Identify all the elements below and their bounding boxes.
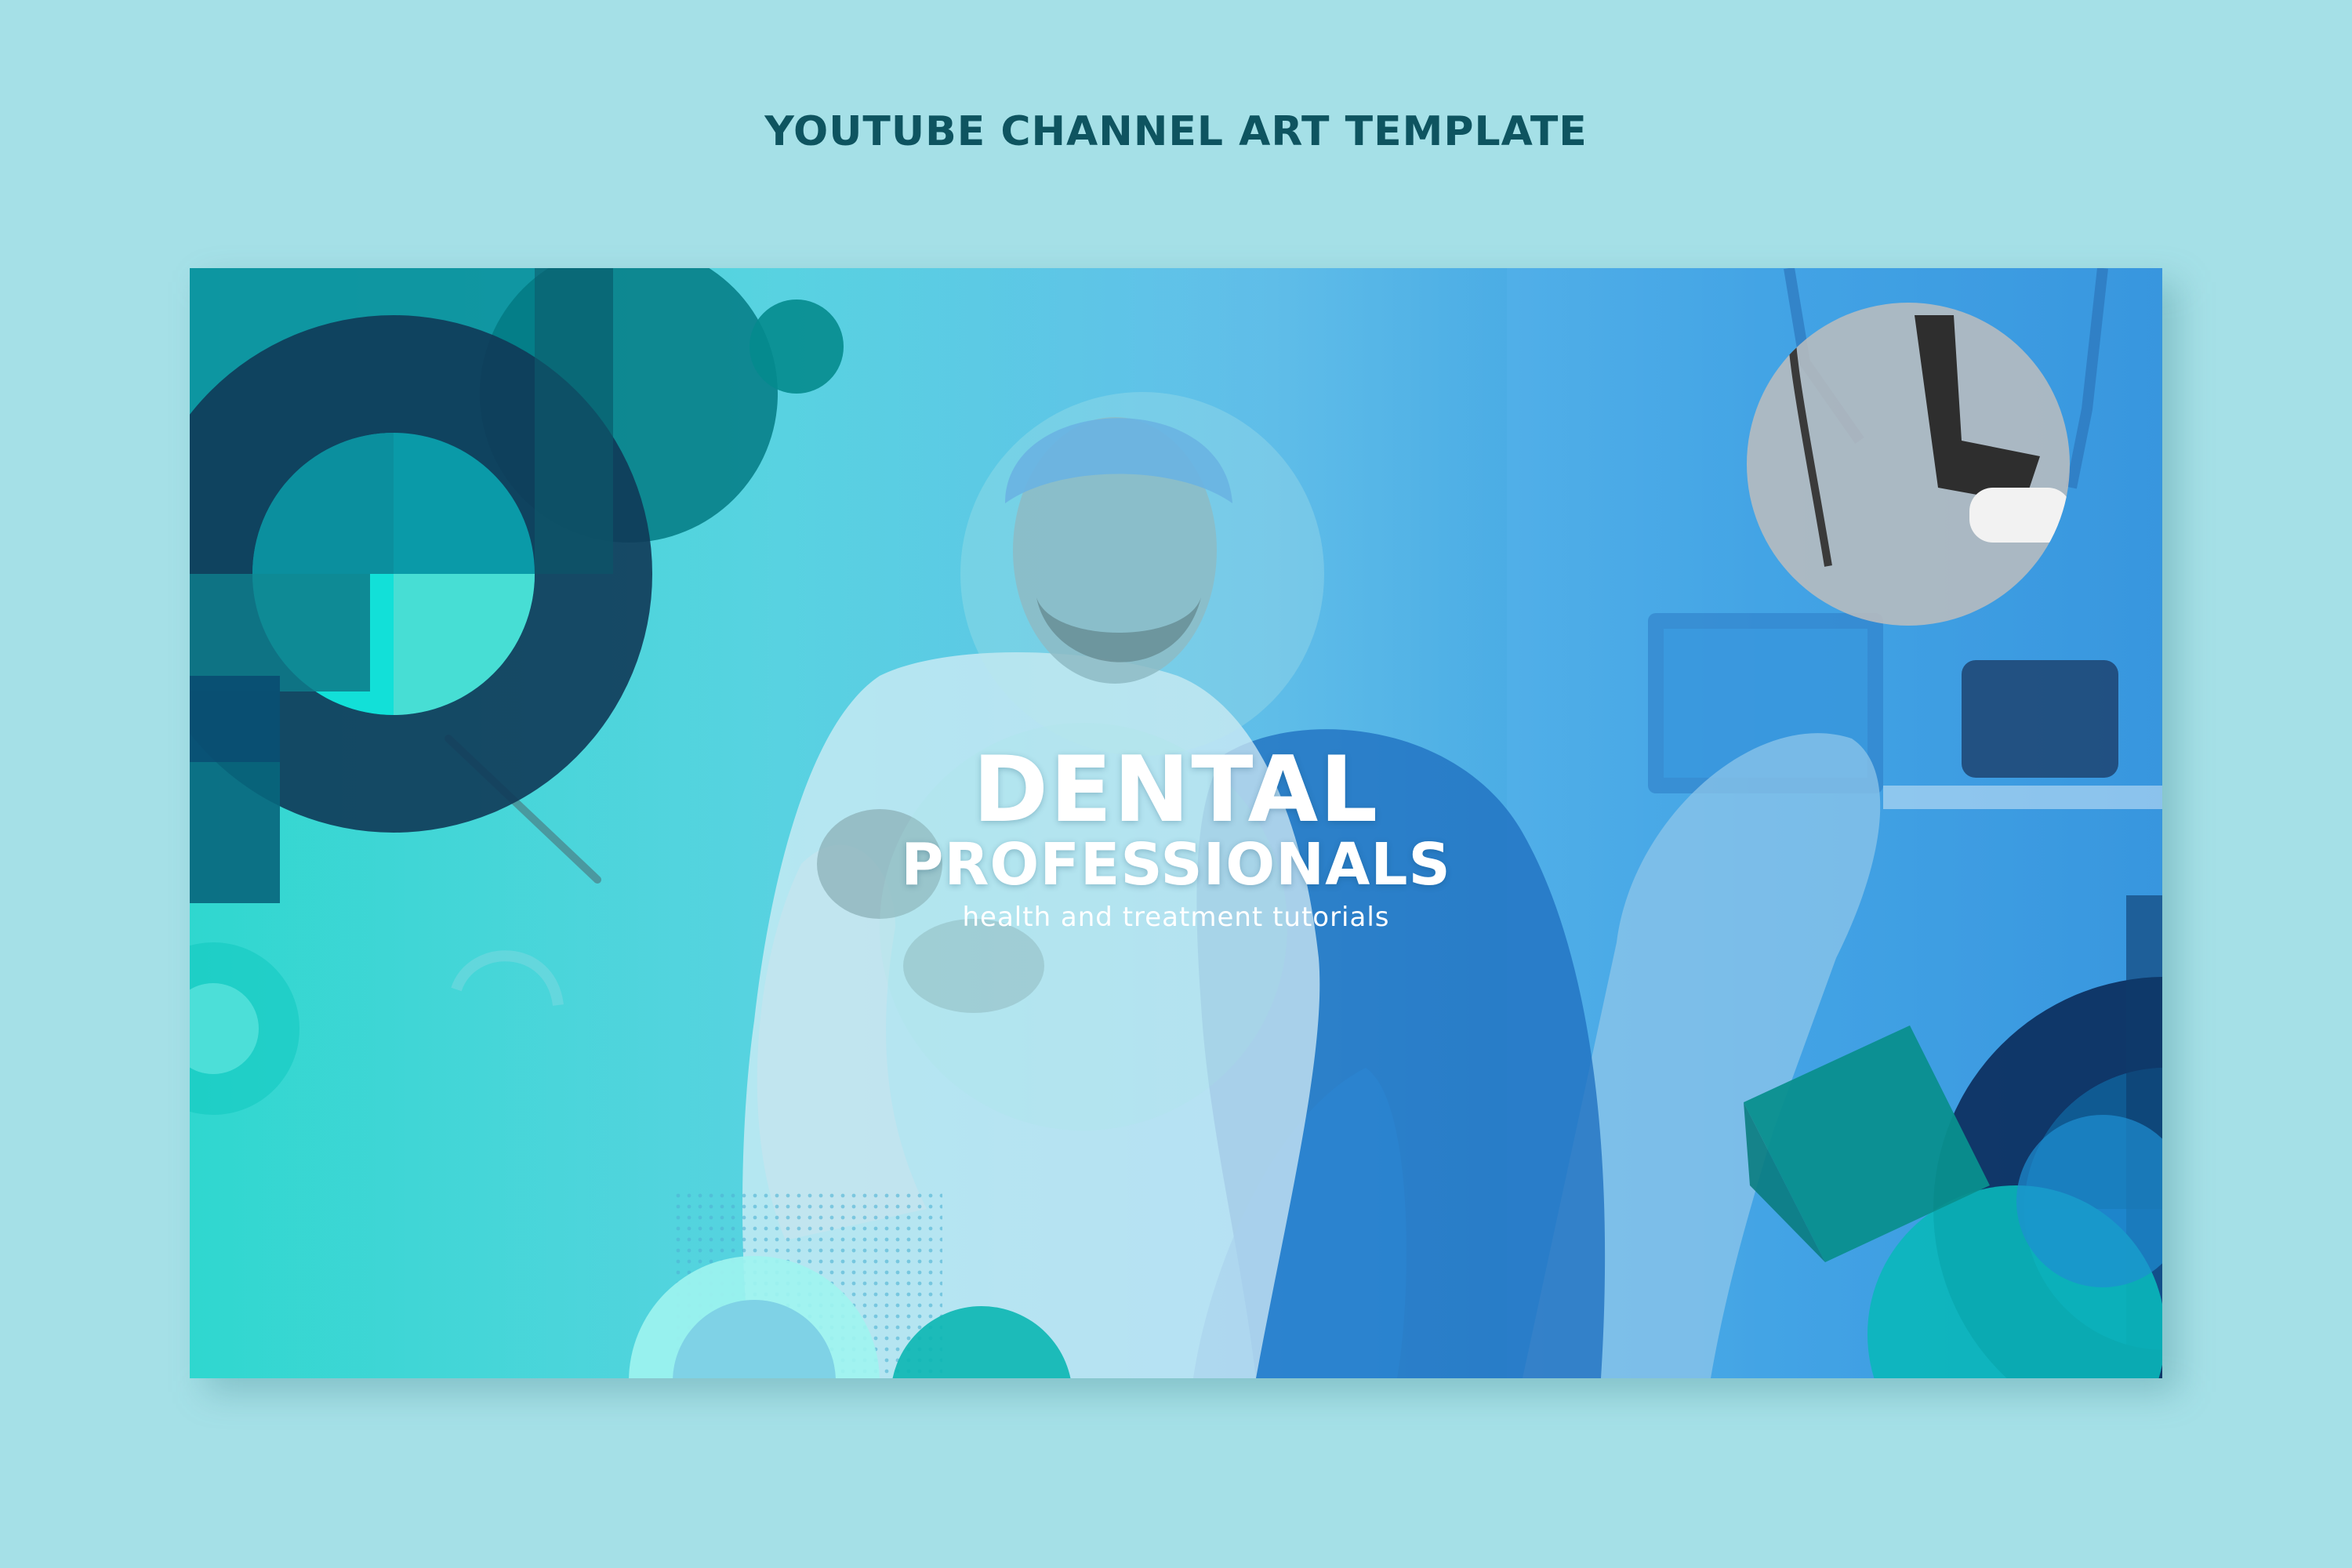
channel-art-banner: DENTAL PROFESSIONALS health and treatmen… xyxy=(190,268,2162,1378)
tagline: health and treatment tutorials xyxy=(962,902,1390,933)
headline-professionals: PROFESSIONALS xyxy=(901,831,1451,898)
page-title: YOUTUBE CHANNEL ART TEMPLATE xyxy=(764,108,1588,155)
headline-dental: DENTAL xyxy=(972,737,1380,843)
